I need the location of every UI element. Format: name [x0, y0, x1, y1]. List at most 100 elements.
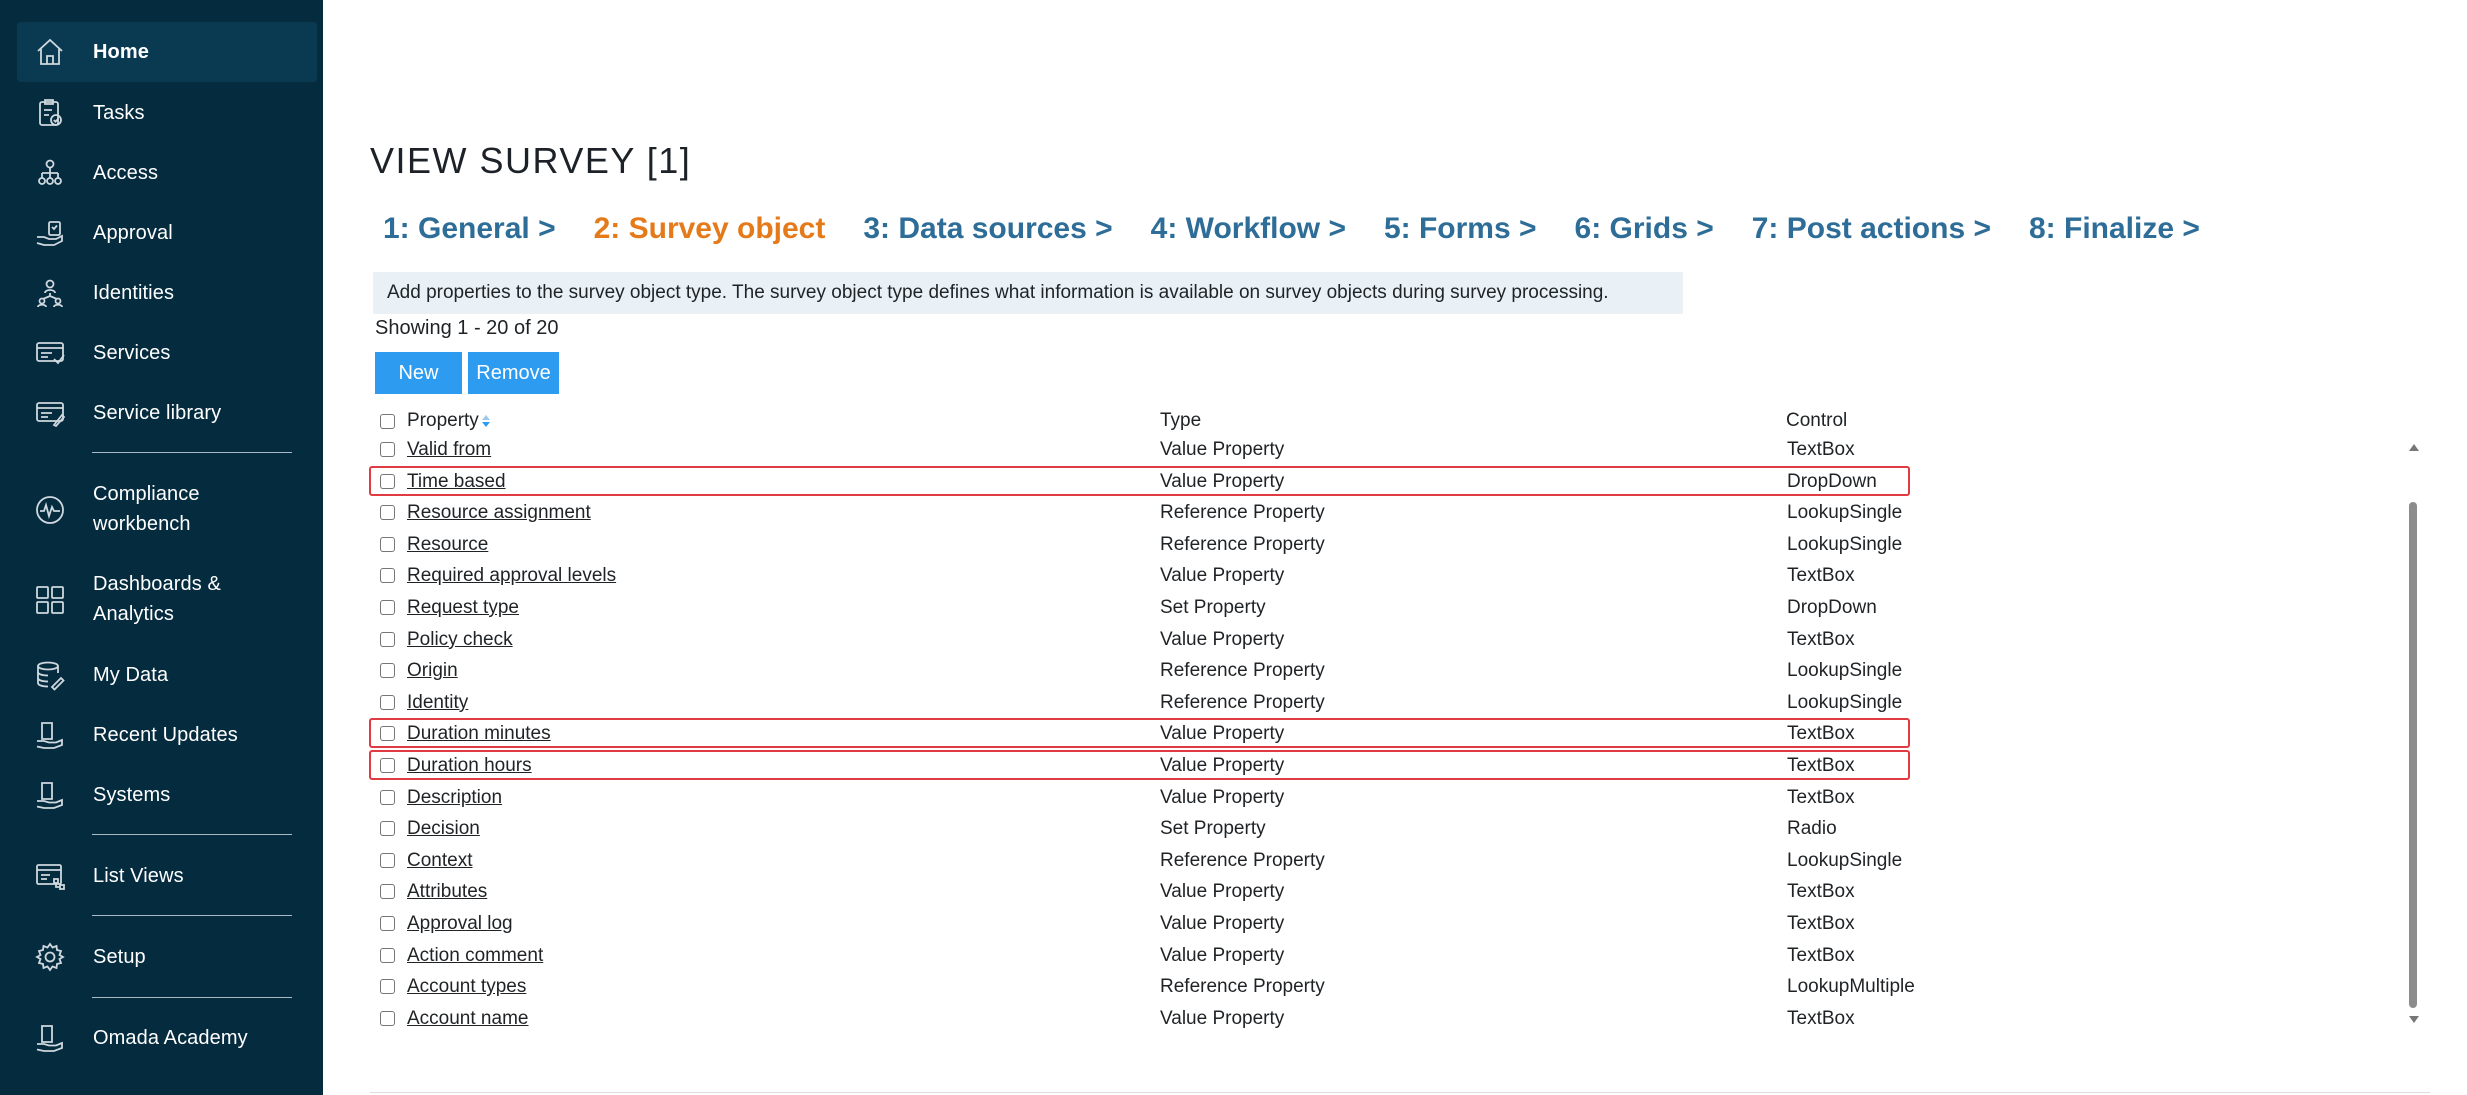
column-header-type[interactable]: Type — [1160, 408, 1201, 434]
sidebar-item-approval[interactable]: Approval — [17, 203, 317, 263]
sidebar-item-tasks[interactable]: Tasks — [17, 83, 317, 143]
type-cell: Reference Property — [1160, 849, 1325, 871]
row-checkbox[interactable] — [380, 536, 395, 552]
wizard-step-survey-object[interactable]: 2: Survey object — [594, 212, 826, 246]
property-link[interactable]: Resource assignment — [407, 501, 591, 525]
property-link[interactable]: Action comment — [407, 944, 543, 968]
row-checkbox[interactable] — [380, 916, 395, 931]
row-checkbox[interactable] — [380, 568, 395, 584]
property-link[interactable]: Time based — [407, 470, 506, 494]
type-cell: Value Property — [1160, 628, 1285, 650]
sidebar-item-label: Service library — [93, 402, 222, 424]
wizard-step-grids[interactable]: 6: Grids > — [1575, 212, 1714, 246]
sidebar-item-my-data[interactable]: My Data — [17, 645, 317, 705]
identities-icon — [34, 277, 66, 309]
property-link[interactable]: Decision — [407, 817, 480, 841]
control-cell: TextBox — [1787, 913, 1855, 934]
property-link[interactable]: Origin — [407, 659, 458, 683]
grid-scrollbar[interactable] — [2406, 440, 2422, 1030]
remove-button[interactable]: Remove — [468, 352, 559, 394]
sidebar-item-recent-updates[interactable]: Recent Updates — [17, 705, 317, 765]
property-link[interactable]: Duration hours — [407, 754, 532, 778]
row-checkbox[interactable] — [380, 694, 395, 710]
row-checkbox[interactable] — [380, 947, 395, 963]
row-checkbox[interactable] — [380, 884, 395, 900]
scroll-thumb[interactable] — [2409, 502, 2417, 1008]
property-link[interactable]: Request type — [407, 596, 519, 620]
select-all-checkbox[interactable] — [380, 414, 395, 429]
row-checkbox[interactable] — [380, 442, 395, 457]
new-button[interactable]: New — [375, 352, 462, 394]
sort-icon[interactable] — [481, 414, 491, 428]
row-checkbox[interactable] — [380, 663, 395, 679]
row-checkbox[interactable] — [380, 852, 395, 868]
property-link[interactable]: Valid from — [407, 438, 491, 462]
sidebar-item-label: List Views — [93, 865, 184, 887]
academy-icon — [34, 1022, 66, 1054]
sidebar-item-setup[interactable]: Setup — [17, 927, 317, 987]
table-row: Description Value Property TextBox — [375, 782, 1925, 814]
sidebar-item-label: Services — [93, 342, 171, 364]
wizard-step-forms[interactable]: 5: Forms > — [1384, 212, 1537, 246]
control-cell: LookupSingle — [1787, 849, 1903, 871]
sidebar-item-identities[interactable]: Identities — [17, 263, 317, 323]
row-checkbox[interactable] — [380, 473, 395, 489]
wizard-step-workflow[interactable]: 4: Workflow > — [1151, 212, 1346, 246]
sidebar-item-list-views[interactable]: List Views — [17, 846, 317, 906]
divider — [370, 1092, 2430, 1093]
sidebar-item-label: Access — [93, 162, 159, 184]
control-cell: LookupSingle — [1787, 502, 1903, 524]
control-cell: LookupMultiple — [1787, 976, 1915, 998]
sidebar-item-label: Identities — [93, 282, 175, 304]
row-checkbox[interactable] — [380, 758, 395, 773]
type-cell: Value Property — [1160, 881, 1285, 903]
approval-icon — [34, 217, 66, 249]
property-link[interactable]: Context — [407, 849, 472, 873]
row-checkbox[interactable] — [380, 600, 395, 615]
property-link[interactable]: Policy check — [407, 628, 513, 652]
property-link[interactable]: Account name — [407, 1007, 528, 1031]
type-cell: Reference Property — [1160, 976, 1325, 998]
type-cell: Reference Property — [1160, 533, 1325, 555]
scroll-up-arrow-icon[interactable] — [2409, 444, 2419, 451]
row-checkbox[interactable] — [380, 821, 395, 837]
wizard-step-data-sources[interactable]: 3: Data sources > — [863, 212, 1112, 246]
column-header-property[interactable]: Property — [407, 408, 491, 434]
property-link[interactable]: Resource — [407, 533, 488, 557]
row-checkbox[interactable] — [380, 631, 395, 647]
systems-icon — [34, 779, 66, 811]
property-link[interactable]: Duration minutes — [407, 722, 551, 746]
wizard-step-general[interactable]: 1: General > — [383, 212, 556, 246]
row-checkbox[interactable] — [380, 979, 395, 995]
wizard-step-post-actions[interactable]: 7: Post actions > — [1752, 212, 1991, 246]
property-link[interactable]: Description — [407, 786, 502, 810]
row-checkbox[interactable] — [380, 1010, 395, 1026]
sidebar-item-dashboards-analytics[interactable]: Dashboards & Analytics — [17, 558, 317, 642]
table-row: Duration hours Value Property TextBox — [375, 750, 1925, 782]
wizard-step-finalize[interactable]: 8: Finalize > — [2029, 212, 2200, 246]
table-row: Policy check Value Property TextBox — [375, 624, 1925, 656]
sidebar-item-home[interactable]: Home — [17, 22, 317, 82]
sidebar-item-services[interactable]: Services — [17, 323, 317, 383]
type-cell: Value Property — [1160, 565, 1285, 587]
type-cell: Value Property — [1160, 1007, 1285, 1029]
row-checkbox[interactable] — [380, 789, 395, 805]
sidebar-item-omada-academy[interactable]: Omada Academy — [17, 1008, 317, 1068]
sidebar-item-systems[interactable]: Systems — [17, 765, 317, 825]
property-link[interactable]: Account types — [407, 975, 526, 999]
row-checkbox[interactable] — [380, 505, 395, 521]
sidebar-item-compliance-workbench[interactable]: Compliance workbench — [17, 468, 317, 552]
sidebar-item-label: Approval — [93, 222, 173, 244]
property-link[interactable]: Approval log — [407, 912, 513, 936]
sidebar-item-service-library[interactable]: Service library — [17, 383, 317, 443]
sidebar-item-access[interactable]: Access — [17, 143, 317, 203]
type-cell: Set Property — [1160, 597, 1266, 618]
property-link[interactable]: Required approval levels — [407, 564, 616, 588]
row-checkbox[interactable] — [380, 726, 395, 742]
table-row: Request type Set Property DropDown — [375, 592, 1925, 624]
property-link[interactable]: Attributes — [407, 880, 487, 904]
column-header-control[interactable]: Control — [1786, 408, 1847, 434]
control-cell: TextBox — [1787, 944, 1855, 966]
property-link[interactable]: Identity — [407, 691, 468, 715]
scroll-down-arrow-icon[interactable] — [2409, 1016, 2419, 1023]
